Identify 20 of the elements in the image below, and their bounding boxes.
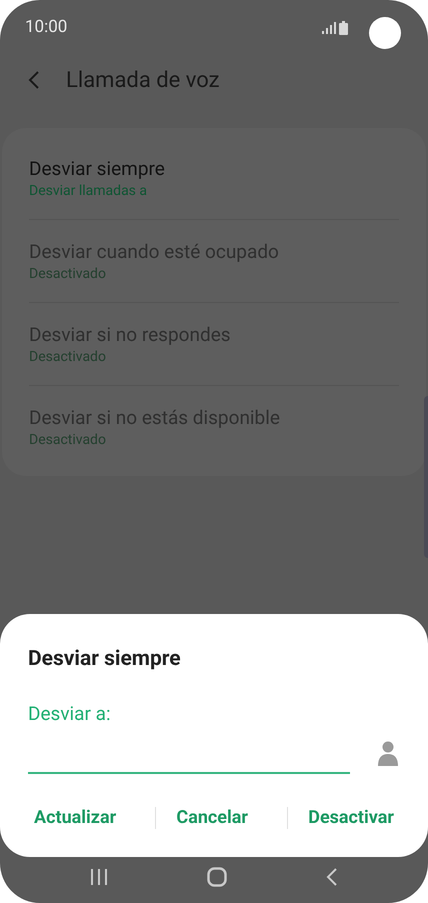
- home-icon[interactable]: [206, 867, 227, 887]
- field-label: Desviar a:: [28, 700, 112, 726]
- dialog-button[interactable]: Desactivar: [308, 804, 394, 831]
- battery-icon: [339, 21, 348, 35]
- setting-title: Desviar siempre: [29, 156, 166, 182]
- dialog-button[interactable]: Cancelar: [176, 804, 248, 831]
- setting-subtitle: Desactivado: [29, 431, 107, 449]
- dialog-button[interactable]: Actualizar: [34, 804, 116, 831]
- contact-icon[interactable]: [378, 741, 398, 766]
- status-time: 10:00: [25, 16, 68, 40]
- setting-subtitle: Desactivado: [29, 348, 107, 366]
- camera-cutout: [369, 17, 401, 49]
- dialog-title: Desviar siempre: [28, 646, 182, 673]
- signal-icon: [322, 22, 336, 34]
- recents-icon[interactable]: [90, 868, 108, 886]
- back-icon[interactable]: [28, 70, 40, 90]
- setting-subtitle: Desactivado: [29, 265, 107, 283]
- setting-subtitle: Desviar llamadas a: [29, 182, 148, 200]
- setting-item[interactable]: Desviar siempre Desviar llamadas a: [29, 136, 399, 219]
- page-title: Llamada de voz: [66, 66, 220, 94]
